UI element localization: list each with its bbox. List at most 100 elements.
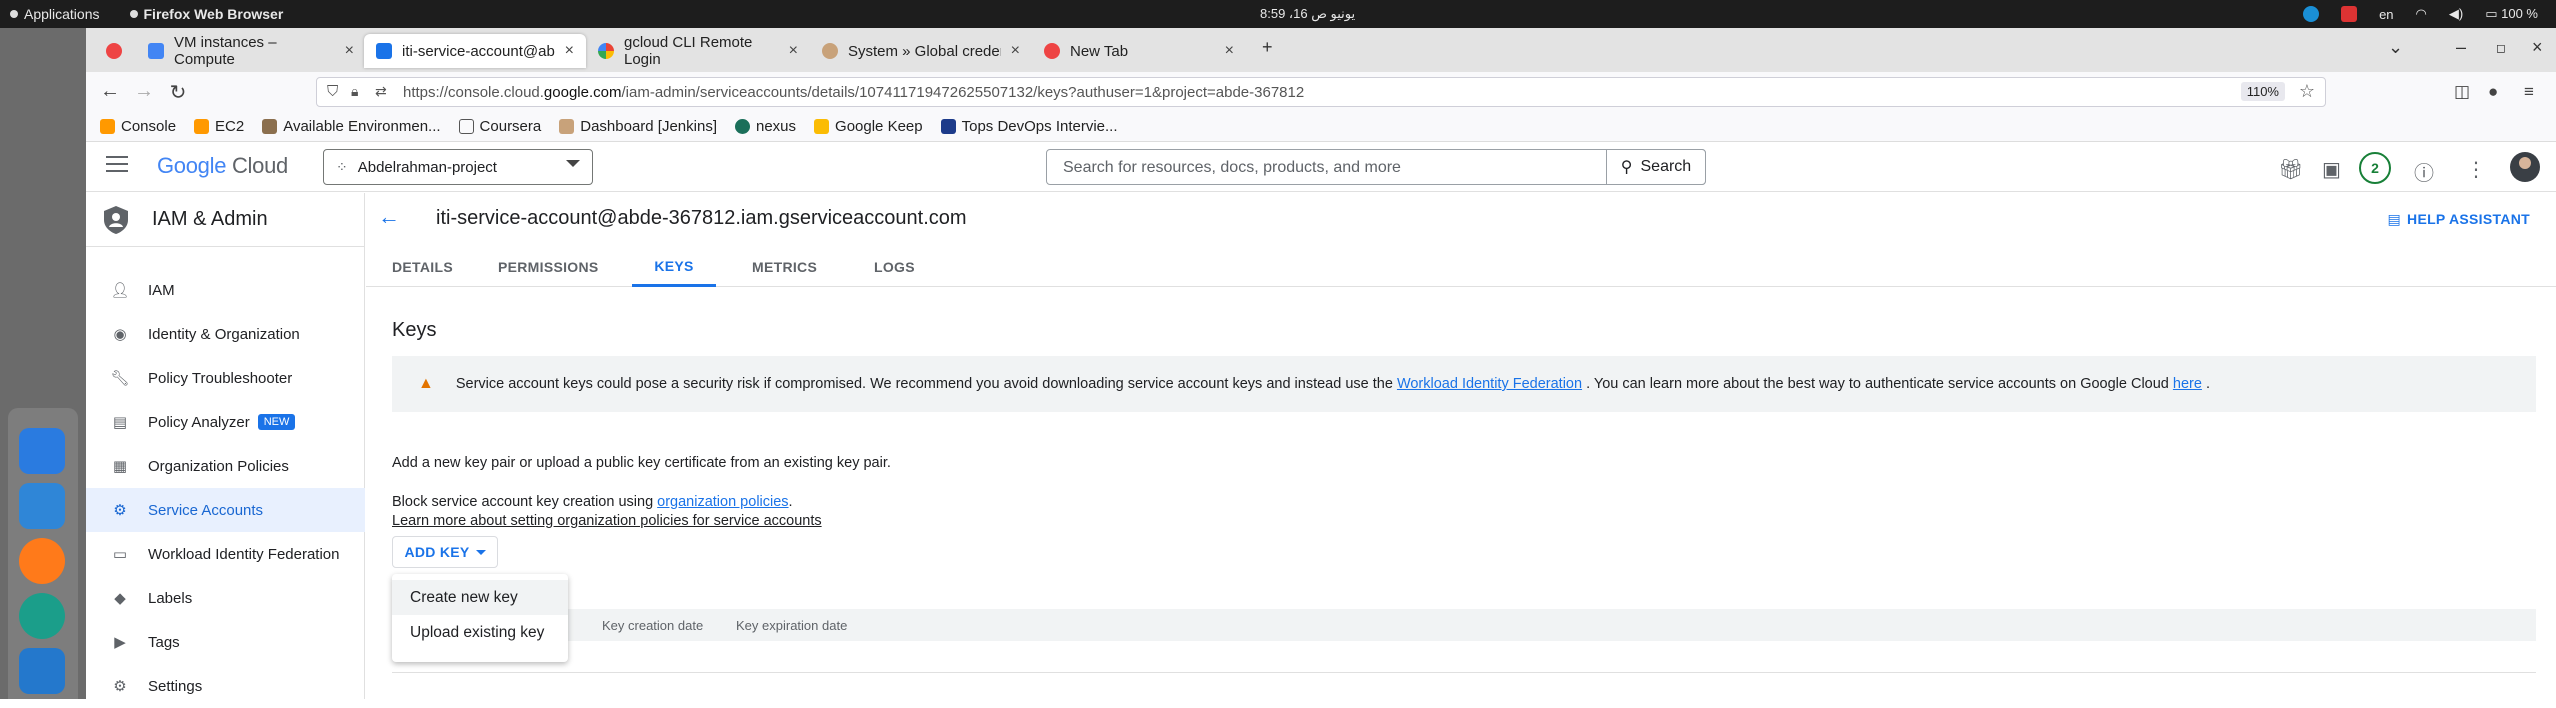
bookmark-label: Console — [121, 118, 177, 135]
language-indicator[interactable]: en — [2379, 7, 2393, 22]
help-icon[interactable]: ⓘ — [2414, 157, 2434, 186]
close-tab-icon[interactable]: × — [789, 42, 798, 60]
more-options-icon[interactable]: ⋮ — [2466, 157, 2486, 182]
page-title: iti-service-account@abde-367812.iam.gser… — [436, 207, 967, 229]
bookmark-keep[interactable]: Google Keep — [814, 118, 923, 135]
url-domain: google.com — [543, 83, 622, 101]
tab-permissions[interactable]: PERMISSIONS — [498, 247, 599, 287]
minimize-button[interactable]: – — [2456, 37, 2466, 58]
tab-metrics[interactable]: METRICS — [752, 247, 817, 287]
tab-vm-instances[interactable]: VM instances – Compute × — [136, 34, 366, 68]
lock-icon[interactable]: 🔒︎ — [351, 83, 358, 100]
bookmark-star-icon[interactable]: ☆ — [2299, 81, 2315, 102]
search-button[interactable]: ⚲ Search — [1606, 149, 1706, 185]
bookmark-jenkins[interactable]: Dashboard [Jenkins] — [559, 118, 717, 135]
tab-details[interactable]: DETAILS — [392, 247, 453, 287]
bookmark-label: Tops DevOps Intervie... — [961, 118, 1118, 135]
permissions-icon[interactable]: ⇄ — [375, 83, 387, 100]
tab-keys[interactable]: KEYS — [632, 247, 716, 287]
firefox-icon[interactable] — [19, 538, 65, 584]
menu-item-create-new-key[interactable]: Create new key — [392, 580, 568, 615]
tab-gcloud-cli[interactable]: gcloud CLI Remote Login × — [586, 34, 810, 68]
bookmark-devops[interactable]: Tops DevOps Intervie... — [940, 118, 1118, 135]
bookmark-environments[interactable]: Available Environmen... — [262, 118, 441, 135]
account-icon[interactable]: ● — [2488, 82, 2498, 102]
bookmark-label: Dashboard [Jenkins] — [580, 118, 717, 135]
firefox-view-tab[interactable] — [94, 34, 128, 68]
search-input[interactable]: Search for resources, docs, products, an… — [1046, 149, 1706, 185]
sidebar-item-label: Identity & Organization — [148, 325, 300, 343]
list-tabs-icon[interactable]: ⌄ — [2388, 37, 2403, 58]
hamburger-menu-icon[interactable] — [106, 156, 128, 174]
notifications-badge[interactable]: 2 — [2359, 152, 2391, 184]
tab-logs[interactable]: LOGS — [874, 247, 915, 287]
bookmark-console[interactable]: Console — [100, 118, 176, 135]
ec2-icon — [194, 119, 210, 134]
add-key-button[interactable]: ADD KEY — [392, 536, 498, 568]
sidebar-item-iam[interactable]: 👤︎ IAM — [86, 268, 365, 312]
pocket-icon[interactable]: ◫ — [2454, 82, 2470, 102]
record-tray-icon[interactable] — [2341, 6, 2358, 22]
aws-icon — [100, 119, 115, 134]
bookmark-ec2[interactable]: EC2 — [194, 118, 244, 135]
sidebar-item-policy-troubleshooter[interactable]: 🔧︎ Policy Troubleshooter — [86, 356, 365, 400]
address-bar[interactable]: ⛉ 🔒︎ ⇄ https://console.cloud.google.com/… — [316, 77, 2326, 107]
tab-label: System » Global credenti — [848, 42, 1001, 60]
files-icon[interactable] — [19, 483, 65, 529]
back-icon[interactable]: ← — [98, 80, 122, 103]
google-cloud-logo[interactable]: Google Cloud — [157, 153, 288, 179]
sidebar-item-tags[interactable]: ▶ Tags — [86, 620, 365, 664]
sidebar-item-policy-analyzer[interactable]: ▤ Policy Analyzer NEW — [86, 400, 365, 444]
active-app-menu[interactable]: Firefox Web Browser — [129, 6, 283, 22]
battery-indicator[interactable]: ▭ 100 % — [2485, 6, 2538, 22]
menu-icon[interactable]: ≡ — [2524, 82, 2534, 102]
user-icon — [262, 119, 278, 134]
close-tab-icon[interactable]: × — [1225, 42, 1234, 60]
folder-icon — [458, 119, 474, 134]
zoom-level[interactable]: 110% — [2240, 82, 2285, 101]
reload-icon[interactable]: ↻ — [166, 80, 190, 105]
sidebar-item-service-accounts[interactable]: ⚙ Service Accounts — [86, 488, 365, 532]
close-tab-icon[interactable]: × — [345, 42, 354, 60]
sidebar-item-identity-organization[interactable]: ◉ Identity & Organization — [86, 312, 365, 356]
sidebar-item-workload-identity-federation[interactable]: ▭ Workload Identity Federation — [86, 532, 365, 576]
here-link[interactable]: here — [2173, 376, 2202, 392]
bookmark-nexus[interactable]: nexus — [735, 118, 796, 135]
sidebar-item-settings[interactable]: ⚙ Settings — [86, 664, 365, 708]
applications-menu[interactable]: Applications — [10, 6, 100, 22]
workload-identity-link[interactable]: Workload Identity Federation — [1397, 376, 1582, 392]
tab-new-tab[interactable]: New Tab × — [1032, 34, 1246, 68]
new-tab-button[interactable]: + — [1262, 37, 1273, 58]
edge-icon[interactable] — [19, 593, 65, 639]
edge-tray-icon[interactable] — [2303, 6, 2320, 22]
help-assistant-button[interactable]: ▤ HELP ASSISTANT — [2388, 211, 2531, 228]
sidebar-item-organization-policies[interactable]: ▦ Organization Policies — [86, 444, 365, 488]
os-clock[interactable]: 8:59 ،16 يونيو ص — [1260, 6, 1355, 22]
project-picker[interactable]: ⁘ Abdelrahman-project — [323, 149, 593, 185]
bookmark-coursera[interactable]: Coursera — [458, 118, 541, 135]
avatar[interactable] — [2510, 152, 2540, 182]
column-key-creation-date[interactable]: Key creation date — [602, 618, 703, 633]
wifi-icon[interactable]: ◠ — [2416, 6, 2427, 22]
sidebar-item-labels[interactable]: ◆ Labels — [86, 576, 365, 620]
close-tab-icon[interactable]: × — [1011, 42, 1020, 60]
learn-more-link[interactable]: Learn more about setting organization po… — [392, 513, 822, 529]
organization-policies-link[interactable]: organization policies — [657, 494, 788, 510]
close-window-button[interactable]: × — [2532, 37, 2543, 58]
volume-icon[interactable]: ◀) — [2449, 6, 2463, 22]
google-icon — [598, 43, 614, 59]
back-arrow-icon[interactable]: ← — [378, 204, 400, 230]
maximize-button[interactable]: ◻ — [2496, 41, 2506, 55]
gear-icon: ⚙ — [113, 678, 127, 695]
tab-jenkins-credentials[interactable]: System » Global credenti × — [810, 34, 1032, 68]
vscode-icon[interactable] — [19, 648, 65, 694]
tracking-shield-icon[interactable]: ⛉ — [327, 83, 338, 100]
close-tab-icon[interactable]: × — [565, 42, 574, 60]
column-key-expiration-date[interactable]: Key expiration date — [736, 618, 847, 633]
tab-service-account[interactable]: iti-service-account@abde × — [364, 34, 586, 68]
gift-icon[interactable]: 🎁︎ — [2278, 157, 2303, 182]
forward-icon[interactable]: → — [132, 80, 156, 103]
app-store-icon[interactable] — [19, 428, 65, 474]
cloud-shell-icon[interactable]: ▣ — [2322, 157, 2341, 182]
menu-item-upload-existing-key[interactable]: Upload existing key — [392, 615, 568, 650]
